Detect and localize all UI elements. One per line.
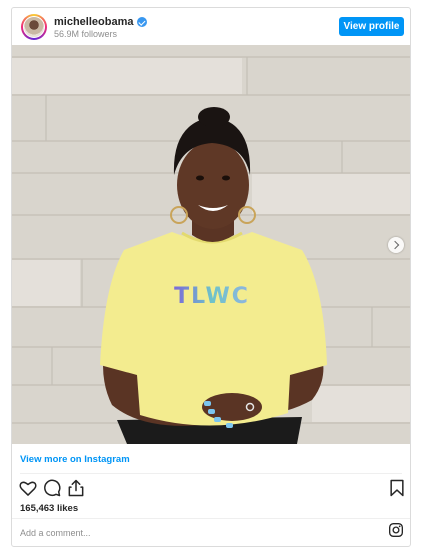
follower-count: 56.9M followers	[54, 29, 118, 39]
divider	[20, 473, 402, 474]
action-bar	[12, 478, 410, 500]
divider	[12, 518, 410, 519]
instagram-logo-icon[interactable]	[388, 522, 404, 538]
instagram-embed-card: michelleobama 56.9M followers View profi…	[11, 7, 411, 547]
post-photo[interactable]: TLWC	[12, 45, 410, 444]
like-count: 165,463 likes	[20, 503, 79, 514]
avatar-image	[23, 16, 45, 38]
shirt-print-text: TLWC	[174, 284, 250, 309]
verified-badge-icon	[137, 17, 148, 27]
share-icon[interactable]	[66, 478, 86, 498]
username[interactable]: michelleobama	[54, 16, 133, 28]
bookmark-icon[interactable]	[387, 478, 407, 498]
comment-input[interactable]	[20, 525, 350, 541]
username-row[interactable]: michelleobama	[54, 16, 148, 28]
comment-bubble-icon[interactable]	[42, 478, 62, 498]
heart-icon[interactable]	[18, 478, 38, 498]
post-photo-illustration: TLWC	[12, 45, 410, 444]
post-header: michelleobama 56.9M followers View profi…	[12, 8, 410, 45]
next-photo-button[interactable]	[388, 237, 404, 253]
view-more-link[interactable]: View more on Instagram	[20, 454, 130, 465]
view-profile-button[interactable]: View profile	[339, 17, 404, 36]
avatar[interactable]	[21, 14, 47, 40]
